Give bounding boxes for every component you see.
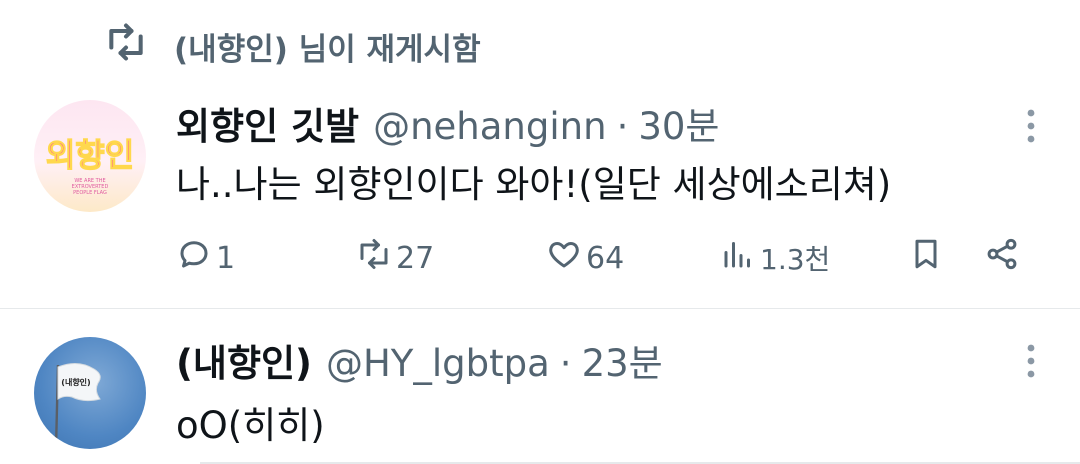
- display-name[interactable]: 외향인 깃발: [176, 96, 359, 150]
- heart-icon: [546, 236, 582, 280]
- user-handle[interactable]: @nehanginn: [373, 105, 606, 148]
- reply-icon: [176, 236, 212, 280]
- tweet-text: 나..나는 외향인이다 와아!(일단 세상에소리쳐): [176, 163, 892, 206]
- more-options-icon[interactable]: [1026, 343, 1036, 379]
- repost-banner[interactable]: (내향인) 님이 재게시함: [104, 23, 481, 68]
- tweet-header: (내향인) @HY_lgbtpa · 23분: [176, 333, 663, 387]
- avatar-flag-text: (내향인): [61, 377, 90, 387]
- separator-dot: ·: [616, 105, 629, 148]
- tweet-header: 외향인 깃발 @nehanginn · 30분: [176, 96, 719, 150]
- tweet-text: oO(히히): [176, 404, 325, 447]
- display-name[interactable]: (내향인): [176, 333, 312, 387]
- timestamp[interactable]: 23분: [582, 333, 663, 387]
- retweet-icon: [104, 20, 148, 72]
- avatar[interactable]: (내향인): [34, 337, 146, 449]
- views-button[interactable]: 1.3천: [720, 236, 830, 279]
- bookmark-icon: [908, 236, 944, 280]
- bar-chart-icon: [720, 236, 756, 279]
- share-icon: [984, 236, 1020, 280]
- user-handle[interactable]: @HY_lgbtpa: [326, 342, 550, 385]
- tweet[interactable]: 외향인 WE ARE THE EXTROVERTED PEOPLE FLAG 외…: [0, 80, 1080, 309]
- bookmark-button[interactable]: [908, 236, 944, 280]
- tweet[interactable]: (내향인) (내향인) @HY_lgbtpa · 23분 oO(히히): [0, 309, 1080, 464]
- avatar-logo-text: 외향인: [46, 136, 134, 174]
- share-button[interactable]: [984, 236, 1020, 280]
- repost-count: 27: [396, 240, 435, 276]
- views-count: 1.3천: [760, 242, 831, 276]
- like-button[interactable]: 64: [546, 236, 624, 280]
- reply-button[interactable]: 1: [176, 236, 235, 280]
- more-options-icon[interactable]: [1026, 108, 1036, 144]
- repost-button[interactable]: 27: [356, 236, 434, 280]
- separator-dot: ·: [559, 342, 572, 385]
- avatar[interactable]: 외향인 WE ARE THE EXTROVERTED PEOPLE FLAG: [34, 100, 146, 212]
- timestamp[interactable]: 30분: [638, 96, 719, 150]
- retweet-icon: [356, 236, 392, 280]
- reply-count: 1: [216, 240, 236, 276]
- avatar-small-text: PEOPLE FLAG: [73, 190, 107, 196]
- tweet-actions: 1 27 64 1.3천: [0, 236, 1080, 284]
- like-count: 64: [586, 240, 625, 276]
- repost-banner-text: (내향인) 님이 재게시함: [174, 31, 481, 68]
